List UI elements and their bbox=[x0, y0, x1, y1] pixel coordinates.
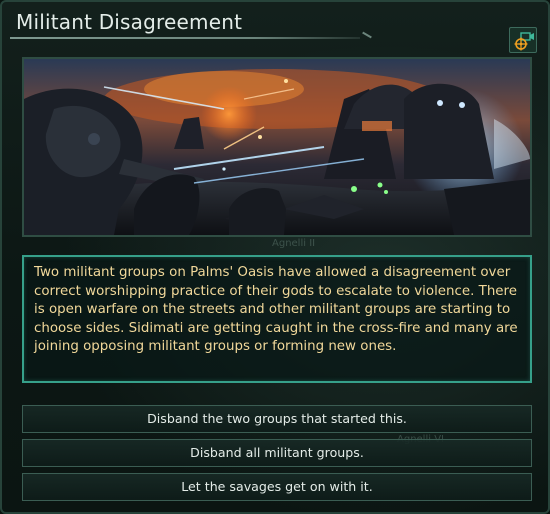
title-bar: Militant Disagreement bbox=[2, 2, 548, 46]
camera-target-icon bbox=[514, 32, 534, 51]
event-window: Agnelli II Agnelli VI Militant Disagreem… bbox=[0, 0, 550, 514]
event-title: Militant Disagreement bbox=[16, 10, 243, 34]
background-planet-label: Agnelli II bbox=[272, 238, 316, 249]
title-underline bbox=[10, 37, 360, 39]
battle-scene-image bbox=[24, 59, 530, 235]
option-let-them-fight-button[interactable]: Let the savages get on with it. bbox=[22, 473, 532, 501]
event-description-panel: Two militant groups on Palms' Oasis have… bbox=[22, 255, 532, 383]
event-illustration bbox=[22, 57, 532, 237]
event-description: Two militant groups on Palms' Oasis have… bbox=[34, 265, 518, 355]
option-disband-all-groups-button[interactable]: Disband all militant groups. bbox=[22, 439, 532, 467]
camera-button[interactable] bbox=[509, 27, 537, 53]
option-disband-two-groups-button[interactable]: Disband the two groups that started this… bbox=[22, 405, 532, 433]
